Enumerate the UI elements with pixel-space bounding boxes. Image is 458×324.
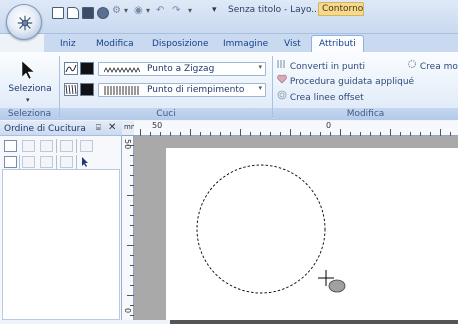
selected-circle-shape: [196, 164, 326, 294]
application-orb-button[interactable]: [6, 4, 42, 40]
canvas-overlay: [196, 164, 346, 294]
app-logo-icon: [17, 15, 33, 31]
shape-tool-cursor-icon: [328, 279, 346, 293]
